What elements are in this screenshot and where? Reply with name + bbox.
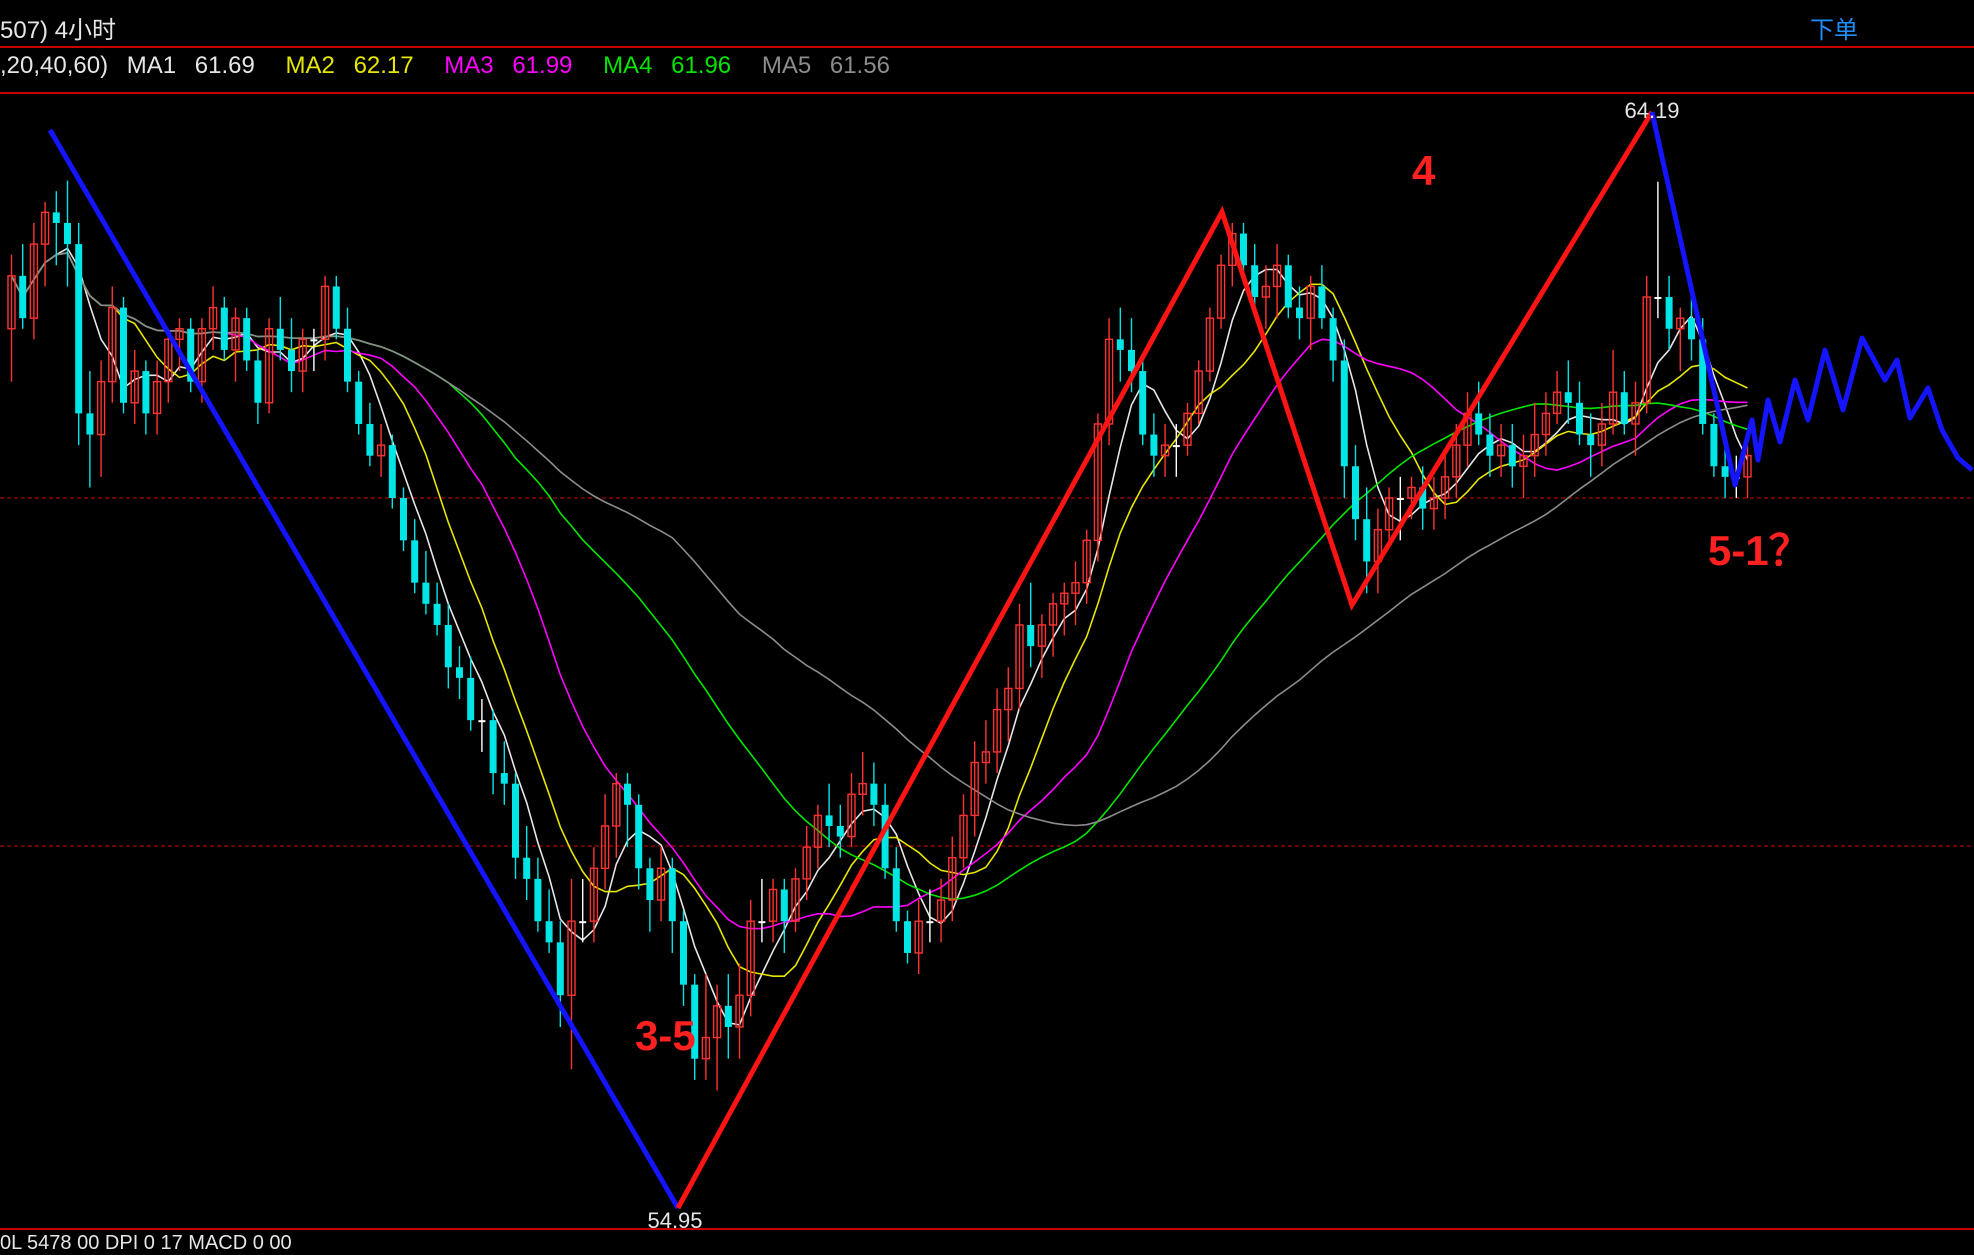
candle-body [1240,233,1247,266]
ma3-line [10,252,1748,930]
candle-body [825,815,833,826]
candle-body [635,804,643,869]
candle-body [220,307,228,350]
candle-body [344,328,351,382]
candle-body [1296,307,1303,319]
candle-body [64,222,71,245]
candle-body [478,720,486,723]
candle-body [1150,434,1158,456]
candle-body [1329,318,1337,361]
candle-body [512,783,519,858]
wave-annotation: 3-5 [635,1012,696,1059]
candle-body [892,868,900,922]
candle-body [366,423,374,456]
candle-body [1340,360,1348,467]
candle-body [489,720,497,774]
candle-body [624,783,631,805]
candle-body [444,624,452,668]
high-price-label: 64.19 [1624,98,1679,123]
candle-body [411,540,419,583]
candle-body [545,921,553,943]
candle-body [1116,339,1124,350]
candle-body [780,889,788,922]
candle-body [758,921,766,924]
candle-body [1576,402,1583,435]
candle-body [1508,445,1516,467]
low-price-label: 54.95 [647,1208,702,1233]
candle-body [1721,466,1729,477]
candle-body [467,677,475,721]
candle-body [1139,371,1147,435]
candle-body [556,942,564,996]
indicator-readout: 0L 5478 00 DPI 0 17 MACD 0 00 [0,1232,292,1254]
candle-body [120,307,127,403]
candle-body [1128,349,1135,372]
candle-body [1352,466,1359,520]
candle-body [668,868,676,922]
candle-body [52,212,60,223]
candle-body [836,825,844,837]
candle-body [1172,445,1180,448]
candle-body [1284,265,1292,308]
candle-body [646,868,654,901]
candle-body [332,286,340,329]
candle-body [276,328,284,350]
candle-body [1251,265,1259,298]
candle-body [288,349,295,372]
candle-body [355,381,363,424]
wave-annotation: 5-1？ [1708,527,1811,574]
candle-body [904,921,911,953]
candle-body [400,498,407,541]
candle-body [1475,413,1483,435]
candle-body [926,921,934,924]
ma4-line [10,252,1748,901]
candle-body [1027,624,1035,647]
candle-body [870,783,878,805]
candle-body [243,318,251,361]
candle-body [1564,392,1572,403]
candle-body [388,445,396,499]
candle-body [1587,434,1595,446]
candle-body [1318,286,1326,319]
candle-body [422,582,430,604]
wave-annotation: 4 [1412,147,1436,194]
ma5-line [10,252,1748,827]
candle-body [142,371,150,414]
candle-body [19,275,27,319]
candle-body [75,244,83,414]
candle-body [1620,392,1628,424]
candle-body [310,339,318,342]
candle-body [1654,297,1662,300]
candle-body [86,413,94,435]
wave-up-line [675,110,1655,1210]
candle-body [523,857,531,879]
candle-body [1396,498,1404,501]
candle-body [534,878,542,922]
candle-body [254,360,262,403]
candle-body [500,773,508,784]
candle-body [1665,297,1673,329]
candle-body [724,1005,732,1027]
candle-body [433,603,441,625]
candle-body [579,921,587,924]
candlestick-chart[interactable]: 64.19 54.95 4 3-5 5-1？ [0,0,1974,1243]
candle-body [1688,318,1695,340]
projection-line [1649,111,1974,488]
wave-down-line [47,128,681,1210]
candle-body [456,667,463,678]
ma1-line [10,247,1749,1026]
candle-body [680,921,687,985]
candle-body [1486,434,1494,456]
candle-body [1363,519,1371,562]
candle-body [1710,423,1718,467]
